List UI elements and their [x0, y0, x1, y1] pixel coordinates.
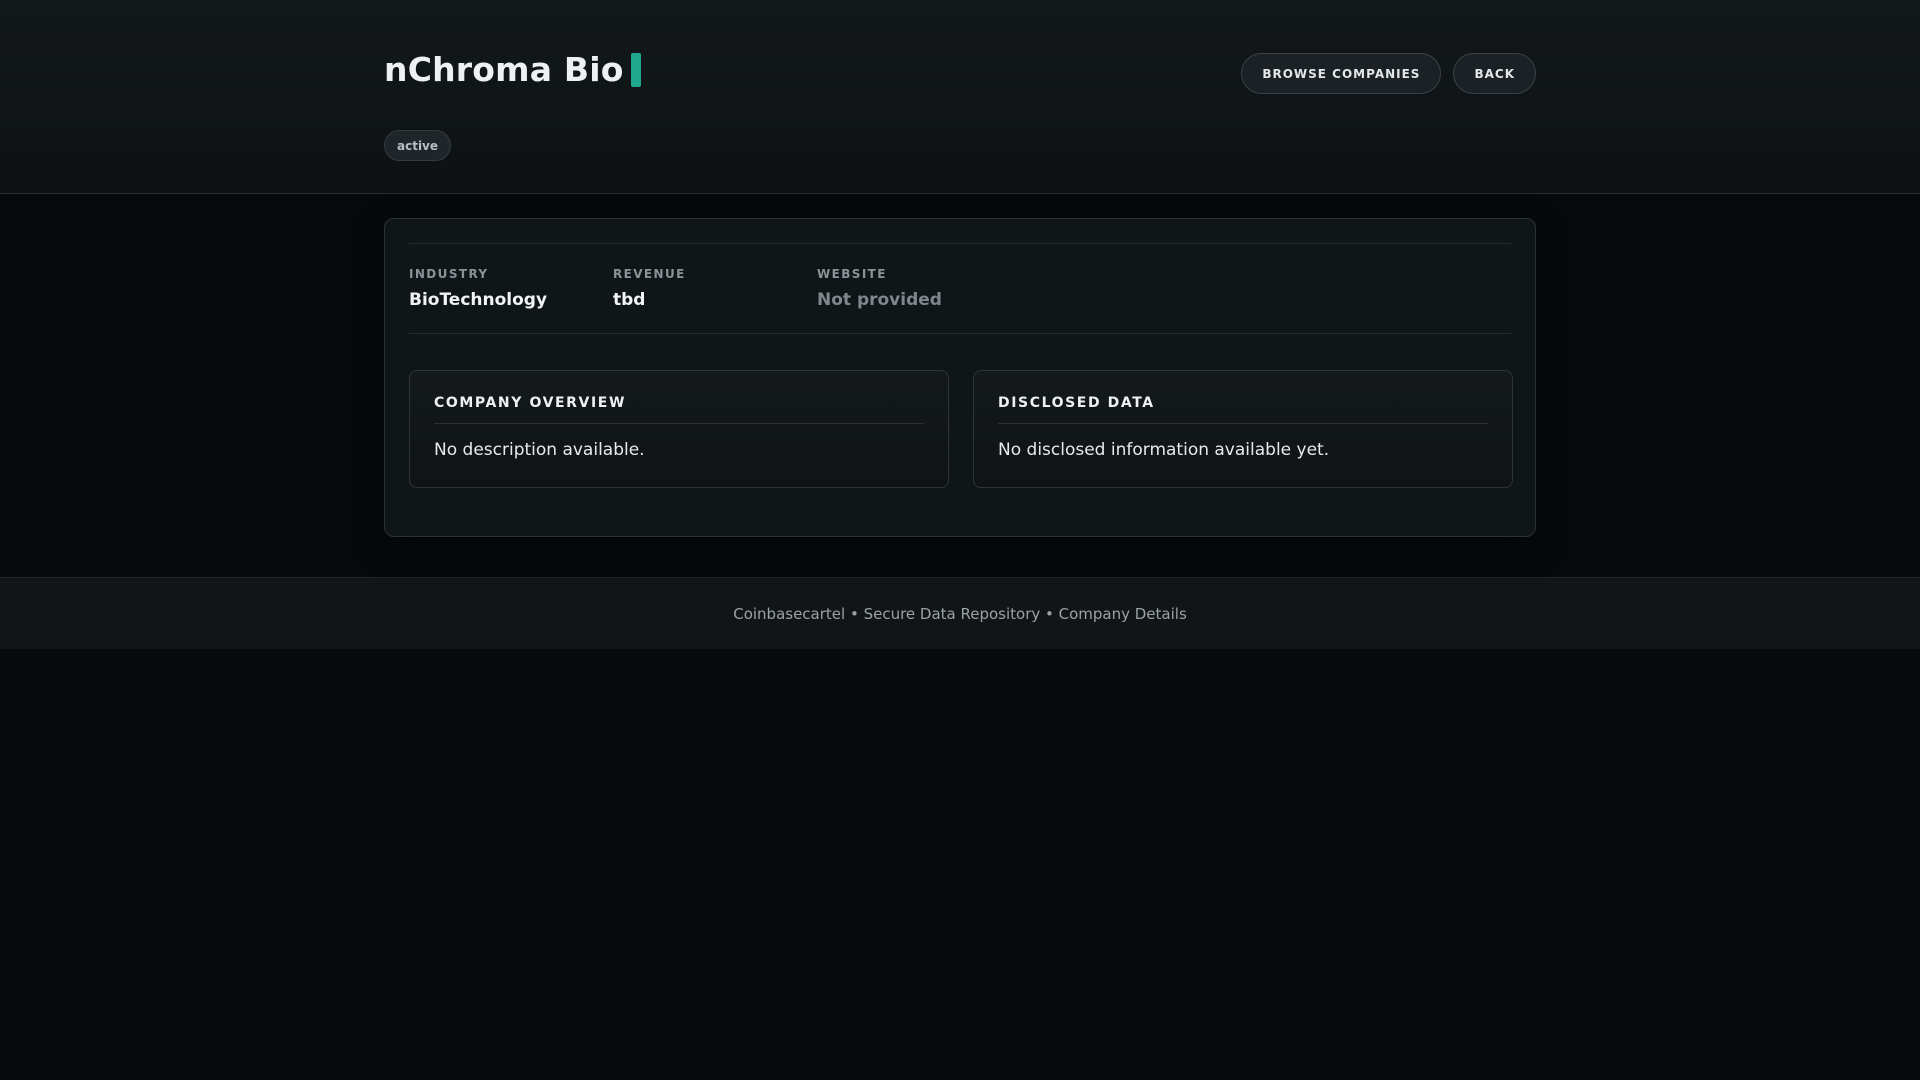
meta-revenue: REVENUE tbd	[613, 267, 817, 310]
meta-label-website: WEBSITE	[817, 267, 887, 281]
meta-label-industry: INDUSTRY	[409, 267, 489, 281]
meta-value-revenue: tbd	[613, 290, 646, 310]
panel-body: No disclosed information available yet.	[998, 440, 1330, 460]
info-panels: COMPANY OVERVIEW No description availabl…	[409, 370, 1513, 488]
page-header: nChroma Bio active BROWSE COMPANIES BACK	[0, 0, 1920, 194]
company-overview-panel: COMPANY OVERVIEW No description availabl…	[409, 370, 949, 488]
meta-label-revenue: REVENUE	[613, 267, 686, 281]
page-footer: Coinbasecartel • Secure Data Repository …	[0, 577, 1920, 649]
meta-value-website: Not provided	[817, 290, 942, 310]
panel-title: DISCLOSED DATA	[998, 395, 1488, 424]
company-details-card: INDUSTRY BioTechnology REVENUE tbd WEBSI…	[384, 218, 1536, 537]
page-title: nChroma Bio	[384, 50, 624, 89]
meta-value-industry: BioTechnology	[409, 290, 548, 310]
divider	[409, 243, 1511, 244]
meta-industry: INDUSTRY BioTechnology	[409, 267, 613, 310]
cursor-accent-icon	[630, 52, 641, 87]
back-button[interactable]: BACK	[1453, 53, 1536, 94]
meta-website: WEBSITE Not provided	[817, 267, 1021, 310]
title-row: nChroma Bio	[384, 50, 641, 89]
divider	[409, 333, 1511, 334]
status-badge: active	[384, 130, 452, 161]
panel-body: No description available.	[434, 440, 645, 460]
nav-buttons: BROWSE COMPANIES BACK	[1241, 53, 1536, 94]
meta-row: INDUSTRY BioTechnology REVENUE tbd WEBSI…	[409, 267, 1021, 310]
footer-text: Coinbasecartel • Secure Data Repository …	[733, 604, 1187, 623]
browse-companies-button[interactable]: BROWSE COMPANIES	[1241, 53, 1442, 94]
panel-title: COMPANY OVERVIEW	[434, 395, 924, 424]
disclosed-data-panel: DISCLOSED DATA No disclosed information …	[973, 370, 1513, 488]
